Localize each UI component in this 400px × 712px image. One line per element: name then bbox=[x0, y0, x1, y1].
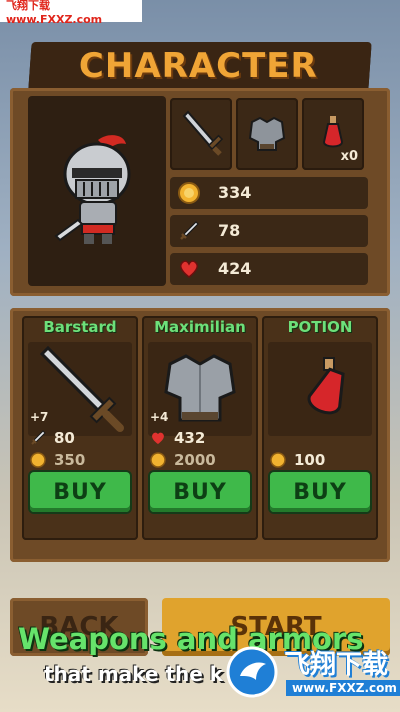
watermark-text: 飞翔下载 www.FXXZ.com bbox=[6, 0, 103, 26]
knight-icon bbox=[54, 135, 131, 244]
potion-icon bbox=[307, 357, 345, 415]
item-price: 100 bbox=[270, 450, 325, 470]
item-price: 2000 bbox=[150, 450, 216, 470]
sword-icon bbox=[31, 430, 46, 445]
gold-stat: 334 bbox=[170, 177, 368, 209]
equipped-weapon-slot[interactable] bbox=[170, 98, 232, 170]
item-stat: 80 bbox=[30, 428, 75, 448]
item-price: 350 bbox=[30, 450, 85, 470]
item-price-value: 100 bbox=[294, 451, 326, 469]
buy-button[interactable]: BUY bbox=[270, 472, 370, 512]
logo-icon bbox=[226, 646, 278, 698]
attack-stat: 78 bbox=[170, 215, 368, 247]
logo-url: www.FXXZ.com bbox=[286, 680, 400, 696]
equipped-potion-slot[interactable]: x0 bbox=[302, 98, 364, 170]
armor-icon bbox=[248, 116, 286, 151]
item-level: +7 bbox=[30, 410, 49, 424]
heart-icon bbox=[180, 260, 198, 278]
gold-value: 334 bbox=[218, 183, 252, 202]
item-stat-value: 432 bbox=[174, 429, 206, 447]
health-stat: 424 bbox=[170, 253, 368, 285]
item-name: Maximilian bbox=[154, 318, 246, 336]
sword-icon bbox=[182, 110, 224, 156]
shop-item-potion: POTION 100 BUY bbox=[262, 316, 378, 540]
health-value: 424 bbox=[218, 259, 252, 278]
item-stat-value: 80 bbox=[54, 429, 75, 447]
page-title-banner: CHARACTER INFO. bbox=[28, 42, 372, 134]
attack-value: 78 bbox=[218, 221, 241, 240]
item-level: +4 bbox=[150, 410, 169, 424]
shop-item-maximilian: Maximilian +4 432 2000 BUY bbox=[142, 316, 258, 540]
heart-icon bbox=[152, 432, 164, 444]
item-price-value: 2000 bbox=[174, 451, 216, 469]
item-name: POTION bbox=[287, 318, 353, 336]
coin-icon bbox=[30, 452, 46, 468]
site-logo: 飞翔下载 www.FXXZ.com bbox=[226, 640, 400, 706]
equipped-armor-slot[interactable] bbox=[236, 98, 298, 170]
item-price-value: 350 bbox=[54, 451, 86, 469]
coin-icon bbox=[150, 452, 166, 468]
shop-item-barstard: Barstard +7 80 350 BUY bbox=[22, 316, 138, 540]
sword-icon bbox=[180, 221, 199, 240]
character-portrait bbox=[28, 96, 166, 286]
buy-button[interactable]: BUY bbox=[150, 472, 250, 512]
watermark-banner: 飞翔下载 www.FXXZ.com bbox=[0, 0, 142, 26]
item-stat: 432 bbox=[150, 428, 205, 448]
potion-count: x0 bbox=[340, 149, 358, 164]
item-name: Barstard bbox=[43, 318, 117, 336]
buy-button[interactable]: BUY bbox=[30, 472, 130, 512]
logo-text: 飞翔下载 bbox=[284, 650, 389, 680]
coin-icon bbox=[178, 182, 200, 204]
coin-icon bbox=[270, 452, 286, 468]
promo-caption-line2: that make the k bbox=[44, 662, 224, 686]
item-image bbox=[268, 342, 372, 436]
